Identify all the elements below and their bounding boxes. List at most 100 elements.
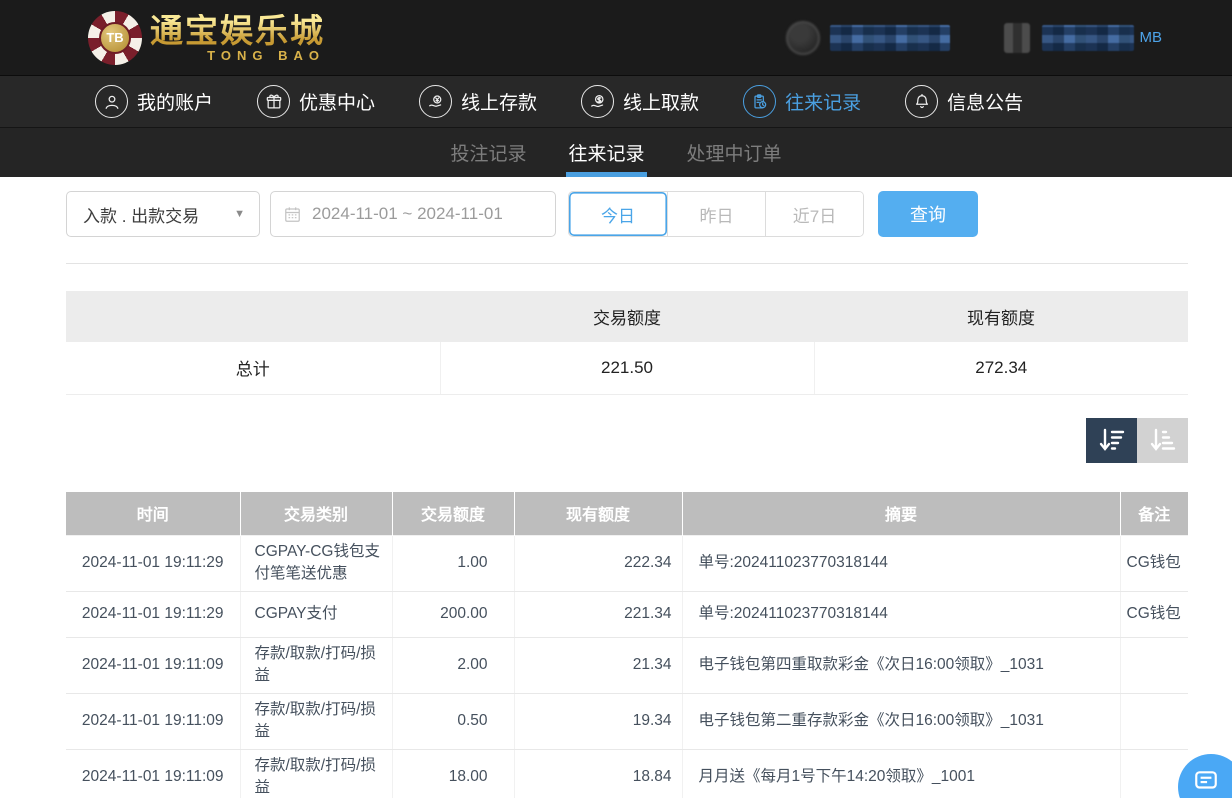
table-row: 2024-11-01 19:11:29CGPAY-CG钱包支付笔笔送优惠1.00… (66, 536, 1188, 592)
cell-type: CGPAY-CG钱包支付笔笔送优惠 (240, 536, 392, 592)
table-row: 2024-11-01 19:11:09存款/取款/打码/损益2.0021.34电… (66, 637, 1188, 693)
cell-balance: 19.34 (514, 693, 682, 749)
balance-redacted (1042, 25, 1134, 51)
sort-descending-icon (1098, 427, 1126, 453)
cell-summary: 单号:202411023770318144 (682, 536, 1120, 592)
divider (66, 263, 1188, 264)
top-header: TB 通宝娱乐城 TONG BAO MB (0, 0, 1232, 75)
summary-total-label: 总计 (66, 342, 440, 394)
nav-item-1[interactable]: 我的账户 (95, 85, 213, 118)
table-row: 2024-11-01 19:11:29CGPAY支付200.00221.34单号… (66, 591, 1188, 637)
cell-balance: 18.84 (514, 749, 682, 798)
cell-balance: 222.34 (514, 536, 682, 592)
summary-header-empty (66, 291, 440, 342)
records-icon (743, 85, 776, 118)
deposit-icon (419, 85, 452, 118)
cell-amount: 18.00 (392, 749, 514, 798)
tab-2[interactable]: 往来记录 (566, 128, 646, 177)
user-avatar-icon (786, 21, 820, 55)
bell-icon (905, 85, 938, 118)
transaction-type-select[interactable]: 入款 . 出款交易 ▼ (66, 191, 260, 237)
sort-ascending-icon (1149, 427, 1177, 453)
cell-note (1120, 693, 1188, 749)
date-range-input[interactable]: 2024-11-01 ~ 2024-11-01 (270, 191, 556, 237)
content-area: 入款 . 出款交易 ▼ 2024-11-01 ~ 2024-11-01 今日昨日… (0, 177, 1232, 798)
main-nav: 我的账户 优惠中心 线上存款 线上取款 往来记录 信息公告 (0, 75, 1232, 127)
cell-time: 2024-11-01 19:11:29 (66, 591, 240, 637)
nav-item-label: 优惠中心 (299, 88, 375, 115)
cell-type: 存款/取款/打码/损益 (240, 637, 392, 693)
column-header-2: 交易类别 (240, 492, 392, 536)
cell-summary: 月月送《每月1号下午14:20领取》_1001 (682, 749, 1120, 798)
cell-time: 2024-11-01 19:11:09 (66, 693, 240, 749)
cell-amount: 2.00 (392, 637, 514, 693)
nav-item-label: 我的账户 (137, 88, 213, 115)
cell-summary: 单号:202411023770318144 (682, 591, 1120, 637)
column-header-3: 交易额度 (392, 492, 514, 536)
summary-table: 交易额度 现有额度 总计 221.50 272.34 (66, 291, 1188, 395)
cell-amount: 1.00 (392, 536, 514, 592)
user-info: MB (786, 21, 1163, 55)
cell-amount: 0.50 (392, 693, 514, 749)
cell-type: 存款/取款/打码/损益 (240, 749, 392, 798)
logo-title: 通宝娱乐城 (150, 14, 325, 47)
logo-chip-label: TB (99, 22, 131, 54)
sort-controls (66, 418, 1188, 463)
date-range-value: 2024-11-01 ~ 2024-11-01 (312, 204, 503, 224)
balance-unit: MB (1140, 29, 1163, 46)
withdraw-icon (581, 85, 614, 118)
sort-ascending-button[interactable] (1137, 418, 1188, 463)
summary-header-balance: 现有额度 (814, 291, 1188, 342)
username-redacted (830, 25, 950, 51)
table-row: 2024-11-01 19:11:09存款/取款/打码/损益0.5019.34电… (66, 693, 1188, 749)
cell-summary: 电子钱包第二重存款彩金《次日16:00领取》_1031 (682, 693, 1120, 749)
summary-row: 总计 221.50 272.34 (66, 342, 1188, 394)
column-header-4: 现有额度 (514, 492, 682, 536)
nav-item-6[interactable]: 信息公告 (905, 85, 1023, 118)
cell-balance: 221.34 (514, 591, 682, 637)
sort-descending-button[interactable] (1086, 418, 1137, 463)
wallet-icon (1004, 23, 1030, 53)
nav-item-label: 线上取款 (623, 88, 699, 115)
quick-date-button-3[interactable]: 近7日 (765, 192, 863, 236)
column-header-6: 备注 (1120, 492, 1188, 536)
nav-item-label: 往来记录 (785, 88, 861, 115)
quick-date-button-1[interactable]: 今日 (569, 192, 667, 236)
user-icon (95, 85, 128, 118)
cell-time: 2024-11-01 19:11:09 (66, 637, 240, 693)
nav-item-3[interactable]: 线上存款 (419, 85, 537, 118)
gift-icon (257, 85, 290, 118)
sub-tabs: 投注记录往来记录处理中订单 (0, 127, 1232, 177)
filter-row: 入款 . 出款交易 ▼ 2024-11-01 ~ 2024-11-01 今日昨日… (66, 191, 1188, 237)
cell-summary: 电子钱包第四重取款彩金《次日16:00领取》_1031 (682, 637, 1120, 693)
tab-1[interactable]: 投注记录 (448, 128, 528, 177)
cell-note (1120, 637, 1188, 693)
summary-balance-total: 272.34 (814, 342, 1188, 394)
nav-item-label: 线上存款 (461, 88, 537, 115)
records-header-row: 时间交易类别交易额度现有额度摘要备注 (66, 492, 1188, 536)
nav-item-5[interactable]: 往来记录 (743, 85, 861, 118)
tab-3[interactable]: 处理中订单 (685, 128, 784, 177)
cell-balance: 21.34 (514, 637, 682, 693)
calendar-icon (283, 205, 302, 224)
quick-date-button-2[interactable]: 昨日 (667, 192, 765, 236)
nav-item-label: 信息公告 (947, 88, 1023, 115)
nav-item-4[interactable]: 线上取款 (581, 85, 699, 118)
summary-header-transaction: 交易额度 (440, 291, 814, 342)
records-table: 时间交易类别交易额度现有额度摘要备注 2024-11-01 19:11:29CG… (66, 492, 1188, 798)
cell-note: CG钱包 (1120, 591, 1188, 637)
cell-time: 2024-11-01 19:11:09 (66, 749, 240, 798)
logo-chip-icon: TB (88, 11, 142, 65)
search-button[interactable]: 查询 (878, 191, 978, 237)
logo-text: 通宝娱乐城 TONG BAO (150, 14, 325, 62)
column-header-5: 摘要 (682, 492, 1120, 536)
cell-amount: 200.00 (392, 591, 514, 637)
column-header-1: 时间 (66, 492, 240, 536)
chat-form-icon (1193, 768, 1219, 794)
nav-item-2[interactable]: 优惠中心 (257, 85, 375, 118)
cell-type: CGPAY支付 (240, 591, 392, 637)
cell-time: 2024-11-01 19:11:29 (66, 536, 240, 592)
site-logo[interactable]: TB 通宝娱乐城 TONG BAO (88, 11, 325, 65)
transaction-type-value: 入款 . 出款交易 (83, 202, 199, 227)
chevron-down-icon: ▼ (234, 208, 245, 220)
